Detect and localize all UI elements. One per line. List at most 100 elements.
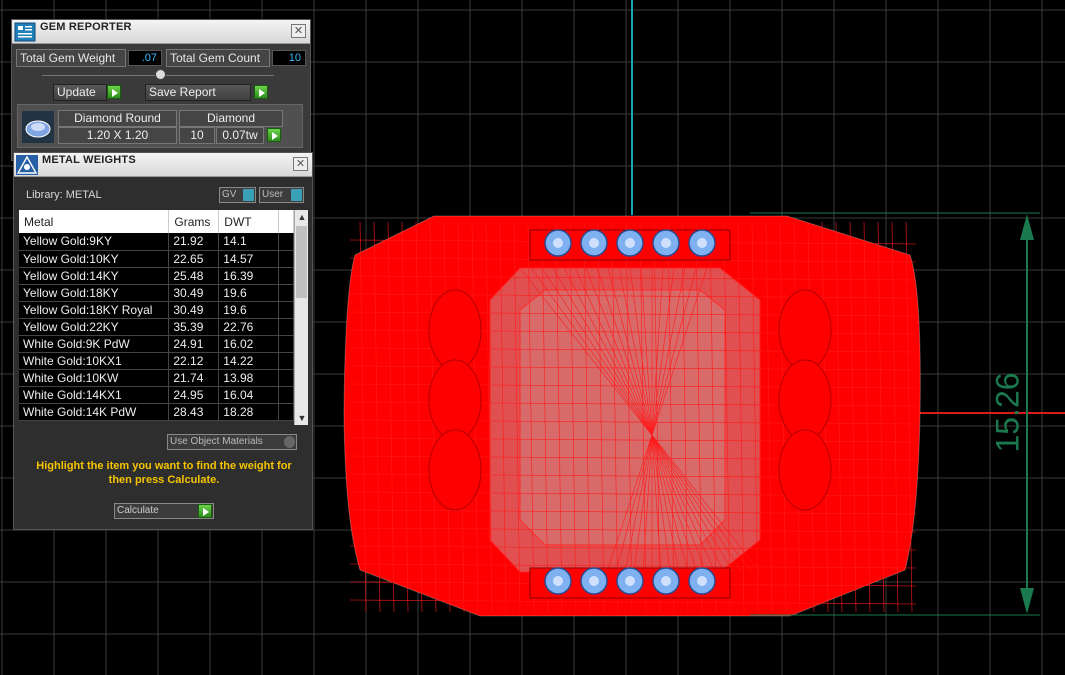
- cell-dwt: 22.76: [218, 318, 280, 336]
- scroll-up-icon[interactable]: ▲: [295, 210, 309, 224]
- gem-reporter-titlebar[interactable]: GEM REPORTER ✕: [12, 20, 310, 44]
- gem-reporter-panel: GEM REPORTER ✕ Total Gem Weight .07 Tota…: [11, 19, 311, 161]
- gem-table: [553, 576, 563, 586]
- table-header-row: Metal Grams DWT: [19, 210, 294, 233]
- gem-weight: 0.07tw: [216, 127, 264, 144]
- cell-metal: White Gold:14KX1: [19, 386, 170, 404]
- gem-table: [589, 576, 599, 586]
- user-toggle[interactable]: User: [259, 187, 304, 203]
- gem-table: [661, 576, 671, 586]
- gem-table: [553, 238, 563, 248]
- update-go-icon[interactable]: [107, 85, 121, 99]
- cell-grams: 21.74: [168, 369, 220, 387]
- gem-reporter-icon: [14, 22, 36, 42]
- gem-reporter-title: GEM REPORTER: [40, 21, 132, 33]
- scrollbar-thumb[interactable]: [296, 226, 307, 298]
- cell-dwt: 19.6: [218, 301, 280, 319]
- cell-grams: 28.43: [168, 403, 220, 421]
- table-row[interactable]: White Gold:14K PdW 28.43 18.28: [19, 403, 294, 421]
- table-row[interactable]: White Gold:10KW 21.74 13.98: [19, 369, 294, 387]
- metal-weights-icon: [16, 155, 38, 175]
- cell-dwt: 14.57: [218, 250, 280, 268]
- cell-metal: Yellow Gold:14KY: [19, 267, 170, 285]
- gem-table: [625, 238, 635, 248]
- metal-weights-titlebar[interactable]: METAL WEIGHTS ✕: [14, 153, 312, 177]
- cell-metal: White Gold:10KW: [19, 369, 170, 387]
- dimension-value: 15.26: [989, 372, 1026, 453]
- cell-grams: 21.92: [168, 233, 220, 251]
- update-button[interactable]: Update: [53, 84, 107, 101]
- cell-dwt: 16.02: [218, 335, 280, 353]
- use-object-materials-toggle[interactable]: Use Object Materials: [167, 434, 297, 450]
- cell-grams: 22.12: [168, 352, 220, 370]
- cell-grams: 22.65: [168, 250, 220, 268]
- library-label: Library: METAL: [26, 189, 102, 201]
- table-scrollbar[interactable]: ▲ ▼: [294, 210, 308, 425]
- cell-metal: Yellow Gold:18KY: [19, 284, 170, 302]
- cell-spacer: [278, 301, 294, 319]
- gem-material: Diamond: [179, 110, 283, 127]
- use-object-materials-label: Use Object Materials: [170, 436, 263, 447]
- cell-dwt: 18.28: [218, 403, 280, 421]
- column-header-grams[interactable]: Grams: [168, 210, 220, 233]
- slider-handle[interactable]: [155, 69, 166, 80]
- table-row[interactable]: Yellow Gold:9KY 21.92 14.1: [19, 233, 294, 251]
- gv-toggle[interactable]: GV: [219, 187, 256, 203]
- ring-model[interactable]: [343, 215, 921, 617]
- metal-weights-panel: METAL WEIGHTS ✕ Library: METAL GV User M…: [13, 152, 313, 530]
- cell-spacer: [278, 318, 294, 336]
- side-lobe: [428, 359, 482, 441]
- hint-text: Highlight the item you want to find the …: [36, 460, 292, 486]
- column-header-spacer: [278, 210, 294, 233]
- cell-dwt: 16.04: [218, 386, 280, 404]
- use-object-materials-indicator: [284, 436, 295, 448]
- cell-grams: 35.39: [168, 318, 220, 336]
- table-row[interactable]: Yellow Gold:10KY 22.65 14.57: [19, 250, 294, 268]
- cell-metal: White Gold:14K PdW: [19, 403, 170, 421]
- table-row[interactable]: White Gold:10KX1 22.12 14.22: [19, 352, 294, 370]
- gem-table: [589, 238, 599, 248]
- cell-metal: Yellow Gold:9KY: [19, 233, 170, 251]
- calculate-go-icon[interactable]: [198, 504, 212, 518]
- cell-spacer: [278, 267, 294, 285]
- table-row[interactable]: White Gold:9K PdW 24.91 16.02: [19, 335, 294, 353]
- cell-spacer: [278, 369, 294, 387]
- dimension-label: 15.26: [982, 360, 1042, 460]
- cell-grams: 30.49: [168, 284, 220, 302]
- save-report-go-icon[interactable]: [254, 85, 268, 99]
- gv-toggle-indicator: [243, 189, 254, 201]
- cell-dwt: 14.22: [218, 352, 280, 370]
- column-header-dwt[interactable]: DWT: [218, 210, 280, 233]
- table-row[interactable]: Yellow Gold:22KY 35.39 22.76: [19, 318, 294, 336]
- cell-spacer: [278, 352, 294, 370]
- cell-metal: White Gold:9K PdW: [19, 335, 170, 353]
- cell-grams: 24.95: [168, 386, 220, 404]
- gem-count: 10: [179, 127, 215, 144]
- table-row[interactable]: Yellow Gold:18KY 30.49 19.6: [19, 284, 294, 302]
- gem-table: [697, 238, 707, 248]
- table-row[interactable]: Yellow Gold:14KY 25.48 16.39: [19, 267, 294, 285]
- cell-spacer: [278, 386, 294, 404]
- scroll-down-icon[interactable]: ▼: [295, 411, 309, 425]
- table-row[interactable]: White Gold:14KX1 24.95 16.04: [19, 386, 294, 404]
- side-lobe: [778, 289, 832, 371]
- cell-grams: 24.91: [168, 335, 220, 353]
- save-report-button[interactable]: Save Report: [145, 84, 251, 101]
- user-toggle-indicator: [291, 189, 302, 201]
- cell-spacer: [278, 250, 294, 268]
- side-lobe: [428, 429, 482, 511]
- metal-table-body: Yellow Gold:9KY 21.92 14.1 Yellow Gold:10KY…: [19, 233, 294, 421]
- user-toggle-label: User: [262, 189, 284, 200]
- column-header-metal[interactable]: Metal: [19, 210, 170, 233]
- cell-dwt: 14.1: [218, 233, 280, 251]
- gv-toggle-label: GV: [222, 189, 237, 200]
- gem-entry-card[interactable]: Diamond Round 1.20 X 1.20 Diamond 10 0.0…: [17, 104, 303, 148]
- gem-shape: Diamond Round: [58, 110, 177, 127]
- gem-select-go-icon[interactable]: [267, 128, 281, 142]
- close-icon[interactable]: ✕: [291, 24, 306, 38]
- table-row[interactable]: Yellow Gold:18KY Royal 30.49 19.6: [19, 301, 294, 319]
- round-diamond-icon: [22, 111, 54, 143]
- close-icon[interactable]: ✕: [293, 157, 308, 171]
- cell-dwt: 13.98: [218, 369, 280, 387]
- gem-table: [697, 576, 707, 586]
